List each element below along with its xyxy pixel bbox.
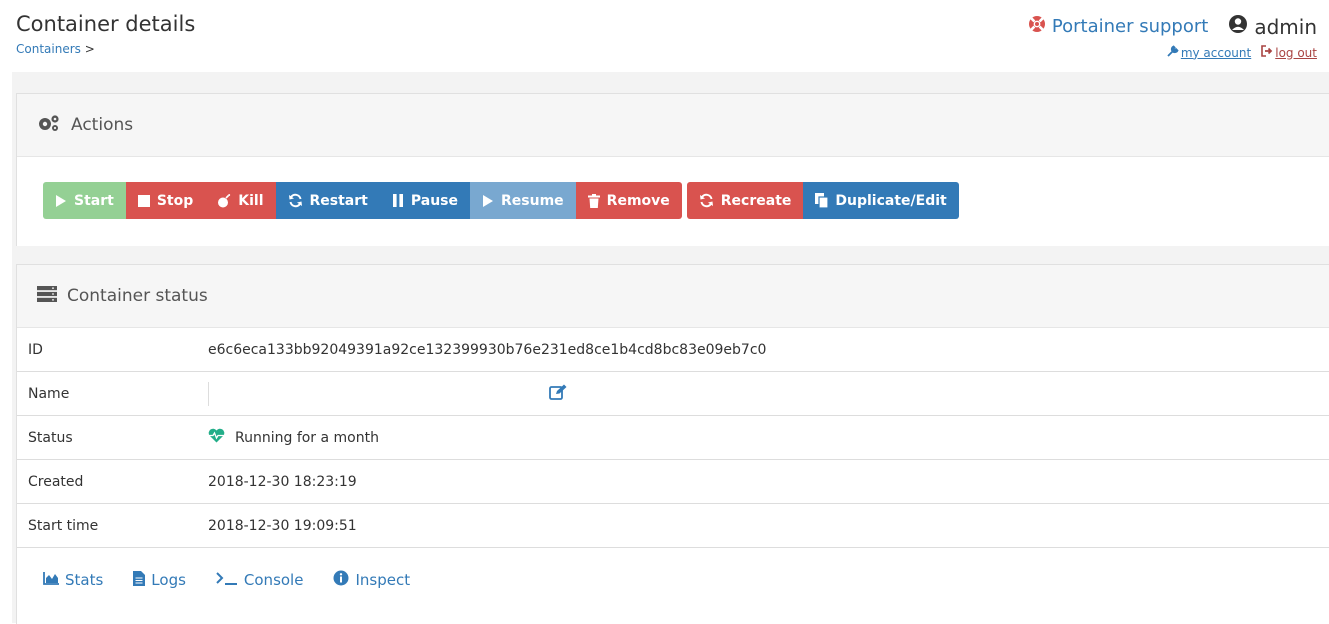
content-area: Actions Start Stop Kill Restart Pause Re… (12, 72, 1329, 624)
stop-button-label: Stop (156, 192, 194, 209)
play-icon (55, 194, 67, 208)
pause-icon (392, 194, 404, 207)
id-label: ID (17, 328, 208, 372)
wrench-icon (1167, 45, 1179, 60)
user-area: Portainer support admin my account log o… (1028, 14, 1317, 60)
container-status-header: Container status (17, 265, 1329, 328)
resume-button-label: Resume (501, 192, 564, 209)
file-text-icon (133, 570, 146, 590)
start-time-label: Start time (17, 503, 208, 548)
table-row: Created 2018-12-30 18:23:19 (17, 459, 1329, 504)
user-name: admin (1254, 14, 1317, 39)
restart-button[interactable]: Restart (275, 182, 380, 219)
id-value: e6c6eca133bb92049391a92ce132399930b76e23… (208, 328, 1329, 372)
recreate-button[interactable]: Recreate (686, 182, 804, 219)
user-info: admin (1228, 14, 1317, 39)
pause-button[interactable]: Pause (379, 182, 470, 219)
start-button[interactable]: Start (43, 182, 126, 219)
kill-button[interactable]: Kill (205, 182, 276, 219)
container-name-input[interactable] (208, 381, 543, 406)
cogs-icon (37, 114, 61, 137)
container-status-title: Container status (67, 286, 208, 306)
table-row: Name (17, 371, 1329, 416)
actions-title: Actions (71, 115, 134, 135)
logs-link-label: Logs (151, 571, 186, 589)
start-button-label: Start (74, 192, 114, 209)
created-label: Created (17, 459, 208, 504)
table-row: Status Running for a month (17, 415, 1329, 460)
action-buttons: Start Stop Kill Restart Pause Resume Rem… (43, 182, 964, 219)
container-status-widget: Container status ID e6c6eca133bb92049391… (16, 264, 1329, 624)
stop-icon (137, 194, 150, 207)
name-label: Name (17, 371, 208, 416)
life-ring-icon (1028, 15, 1046, 38)
server-icon (37, 285, 57, 307)
copy-icon (815, 193, 829, 208)
created-value: 2018-12-30 18:23:19 (208, 459, 1329, 504)
bomb-icon (217, 193, 231, 208)
info-circle-icon (333, 570, 349, 590)
breadcrumb: Containers > (16, 42, 95, 56)
duplicate-edit-button[interactable]: Duplicate/Edit (803, 182, 959, 219)
heartbeat-icon (208, 428, 225, 447)
actions-widget: Actions Start Stop Kill Restart Pause Re… (16, 93, 1329, 246)
refresh-icon (699, 193, 714, 208)
refresh-icon (288, 193, 303, 208)
inspect-link-label: Inspect (355, 571, 411, 589)
table-row: ID e6c6eca133bb92049391a92ce132399930b76… (17, 328, 1329, 372)
actions-header: Actions (17, 94, 1329, 157)
trash-icon (587, 193, 600, 208)
log-out-link[interactable]: log out (1261, 45, 1317, 60)
log-out-label: log out (1275, 45, 1317, 60)
sign-out-icon (1261, 45, 1273, 60)
status-label: Status (17, 415, 208, 460)
terminal-icon (216, 571, 238, 589)
remove-button-label: Remove (606, 192, 670, 209)
stop-button[interactable]: Stop (125, 182, 206, 219)
recreate-button-label: Recreate (720, 192, 792, 209)
portainer-support-label: Portainer support (1051, 16, 1209, 37)
restart-button-label: Restart (309, 192, 368, 209)
my-account-link[interactable]: my account (1167, 45, 1251, 60)
action-button-group-primary: Start Stop Kill Restart Pause Resume Rem… (43, 182, 682, 219)
area-chart-icon (43, 571, 59, 589)
duplicate-edit-button-label: Duplicate/Edit (835, 192, 947, 209)
play-icon (482, 194, 494, 208)
stats-link[interactable]: Stats (43, 570, 103, 590)
my-account-label: my account (1180, 45, 1252, 60)
inspect-link[interactable]: Inspect (333, 570, 410, 590)
table-row: Start time 2018-12-30 19:09:51 (17, 503, 1329, 548)
start-time-value: 2018-12-30 19:09:51 (208, 503, 1329, 548)
container-status-table: ID e6c6eca133bb92049391a92ce132399930b76… (17, 328, 1329, 548)
action-button-group-secondary: Recreate Duplicate/Edit (686, 182, 959, 219)
user-circle-icon (1228, 14, 1248, 39)
stats-link-label: Stats (65, 571, 104, 589)
breadcrumb-containers-link[interactable]: Containers (16, 42, 81, 56)
status-value: Running for a month (235, 429, 379, 446)
pause-button-label: Pause (410, 192, 458, 209)
breadcrumb-separator: > (84, 42, 95, 56)
edit-icon[interactable] (549, 384, 567, 404)
kill-button-label: Kill (238, 192, 264, 209)
remove-button[interactable]: Remove (575, 182, 682, 219)
logs-link[interactable]: Logs (133, 570, 186, 590)
container-detail-links: Stats Logs Console Inspect (43, 570, 410, 590)
portainer-support-link[interactable]: Portainer support (1028, 15, 1208, 38)
console-link[interactable]: Console (216, 570, 304, 590)
console-link-label: Console (243, 571, 304, 589)
page-title: Container details (16, 12, 196, 36)
resume-button[interactable]: Resume (470, 182, 576, 219)
